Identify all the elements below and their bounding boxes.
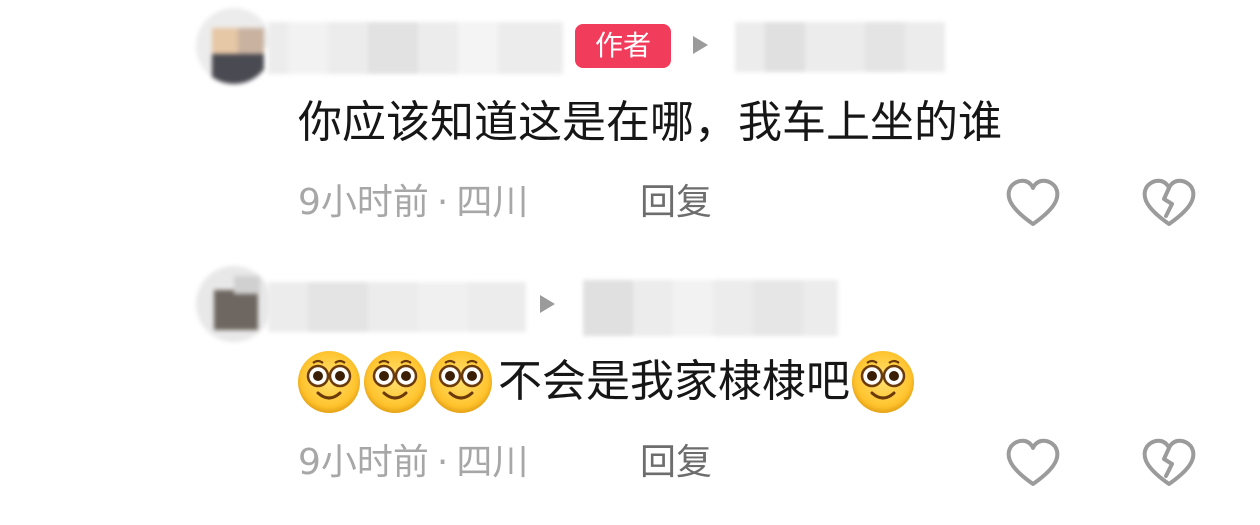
author-badge: 作者 xyxy=(575,24,671,68)
smile-emoji-icon xyxy=(852,351,914,413)
comment-text-body: 不会是我家棣棣吧 xyxy=(498,356,850,407)
comment-time: 9小时前 xyxy=(298,182,429,223)
comment-meta: 9小时前 · 四川 xyxy=(298,440,528,486)
avatar[interactable] xyxy=(196,8,272,84)
comment-text: 不会是我家棣棣吧 xyxy=(298,351,918,413)
avatar[interactable] xyxy=(196,266,272,342)
username-blurred[interactable] xyxy=(268,22,563,74)
comment-location: 四川 xyxy=(456,442,529,483)
smile-emoji-icon xyxy=(298,351,360,413)
comment-location: 四川 xyxy=(456,182,529,223)
meta-separator: · xyxy=(436,182,449,223)
reply-target-username-blurred[interactable] xyxy=(735,22,945,72)
broken-heart-icon[interactable] xyxy=(1141,438,1197,488)
play-arrow-icon xyxy=(540,295,555,313)
play-arrow-icon xyxy=(693,36,708,54)
broken-heart-icon[interactable] xyxy=(1141,178,1197,228)
smile-emoji-icon xyxy=(364,351,426,413)
reply-button[interactable]: 回复 xyxy=(640,180,712,226)
reply-button[interactable]: 回复 xyxy=(640,440,712,486)
reply-target-username-blurred[interactable] xyxy=(583,280,838,336)
comment-time: 9小时前 xyxy=(298,442,429,483)
smile-emoji-icon xyxy=(430,351,492,413)
comment-meta: 9小时前 · 四川 xyxy=(298,180,528,226)
username-blurred[interactable] xyxy=(268,282,526,332)
heart-outline-icon[interactable] xyxy=(1005,438,1061,488)
meta-separator: · xyxy=(436,442,449,483)
heart-outline-icon[interactable] xyxy=(1005,178,1061,228)
comment-text: 你应该知道这是在哪，我车上坐的谁 xyxy=(298,97,1002,148)
